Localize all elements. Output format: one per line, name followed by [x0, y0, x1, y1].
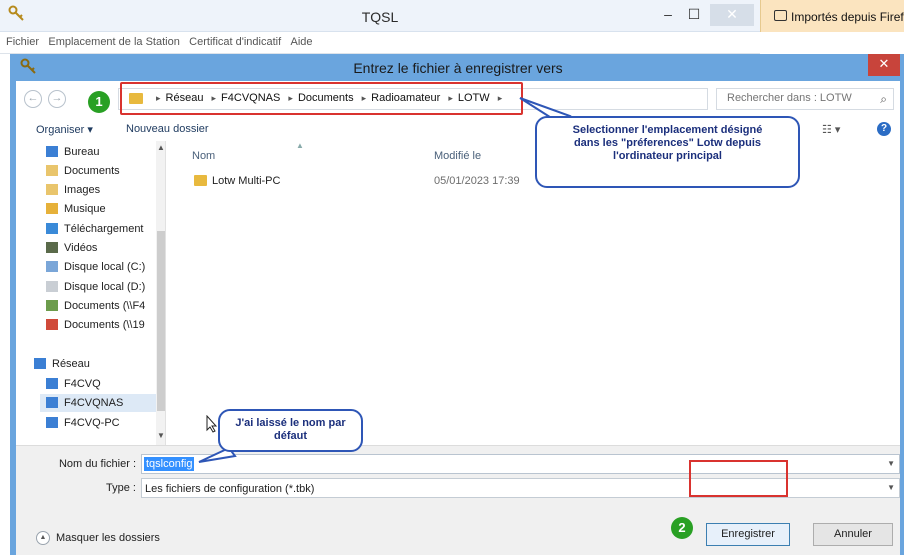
nav-item-documents-f4[interactable]: Documents (\\F4 [46, 297, 165, 315]
search-input[interactable] [727, 92, 877, 104]
dialog-title: Entrez le fichier à enregistrer vers [353, 60, 563, 76]
scroll-thumb[interactable] [157, 231, 165, 411]
scroll-down-icon[interactable]: ▼ [156, 431, 165, 440]
callout-filename-note: J'ai laissé le nom par défaut [218, 409, 363, 452]
organize-button[interactable]: Organiser ▾ [36, 123, 93, 136]
file-name: Lotw Multi-PC [212, 175, 281, 187]
column-header-name[interactable]: Nom [192, 150, 215, 162]
filetype-label: Type : [106, 482, 136, 494]
tqsl-titlebar: TQSL – ☐ ✕ [0, 0, 760, 32]
network-icon [34, 358, 46, 369]
folder-icon [774, 10, 787, 21]
nav-item-f4cvqnas[interactable]: F4CVQNAS [40, 394, 156, 412]
images-icon [46, 184, 58, 195]
menu-bar: Fichier Emplacement de la Station Certif… [0, 32, 760, 54]
scroll-up-icon[interactable]: ▲ [156, 143, 165, 152]
step-badge-1: 1 [88, 91, 110, 113]
navigation-row: ← → ▸ Réseau ▸ F4CVQNAS ▸ Documents ▸ Radioa… [16, 81, 900, 119]
navigation-pane: Bureau Documents Images Musique Téléchar… [16, 141, 166, 445]
nav-item-f4cvq-pc[interactable]: F4CVQ-PC [46, 414, 165, 432]
window-title: TQSL [361, 9, 399, 25]
back-button[interactable]: ← [24, 90, 42, 108]
computer-icon [46, 417, 58, 428]
column-header-modified[interactable]: Modifié le [434, 150, 481, 162]
nav-item-telechargement[interactable]: Téléchargement [46, 220, 165, 238]
computer-icon [46, 397, 58, 408]
filename-label: Nom du fichier : [58, 458, 136, 470]
nav-item-images[interactable]: Images [46, 181, 165, 199]
nav-item-bureau[interactable]: Bureau [46, 143, 165, 161]
new-folder-button[interactable]: Nouveau dossier [126, 123, 209, 135]
bookmark-folder[interactable]: Importés depuis Firefox [760, 0, 904, 32]
search-box[interactable]: ⌕ [716, 88, 894, 110]
cancel-button[interactable]: Annuler [813, 523, 893, 546]
mouse-cursor-icon [206, 415, 218, 433]
address-highlight-box [120, 82, 523, 115]
save-highlight-box [689, 460, 788, 497]
drive-icon [46, 281, 58, 292]
search-icon[interactable]: ⌕ [880, 92, 887, 107]
nav-item-documents[interactable]: Documents [46, 162, 165, 180]
music-icon [46, 203, 58, 214]
nav-item-documents-19[interactable]: Documents (\\19 [46, 316, 165, 334]
filename-value: tqslconfig [144, 457, 195, 471]
network-drive-error-icon [46, 319, 58, 330]
save-button[interactable]: Enregistrer [706, 523, 790, 546]
menu-certificat[interactable]: Certificat d'indicatif [189, 36, 281, 48]
nav-scrollbar[interactable]: ▲ ▼ [156, 141, 165, 445]
nav-item-videos[interactable]: Vidéos [46, 239, 165, 257]
file-date: 05/01/2023 17:39 [434, 175, 520, 187]
network-drive-icon [46, 300, 58, 311]
filetype-value: Les fichiers de configuration (*.tbk) [145, 483, 315, 495]
chevron-up-icon: ▲ [36, 531, 50, 545]
hide-folders-label: Masquer les dossiers [56, 532, 160, 544]
drive-icon [46, 261, 58, 272]
filename-dropdown-icon[interactable]: ▼ [887, 459, 895, 468]
desktop-icon [46, 146, 58, 157]
videos-icon [46, 242, 58, 253]
filetype-dropdown-icon[interactable]: ▼ [887, 483, 895, 492]
nav-item-musique[interactable]: Musique [46, 200, 165, 218]
maximize-button[interactable]: ☐ [684, 4, 704, 26]
documents-icon [46, 165, 58, 176]
callout-location-note: Selectionner l'emplacement désigné dans … [535, 116, 800, 188]
sort-arrow-icon: ▲ [296, 141, 304, 150]
nav-item-f4cvq[interactable]: F4CVQ [46, 375, 165, 393]
step-badge-2: 2 [671, 517, 693, 539]
view-options-icon[interactable]: ☷ ▾ [822, 123, 840, 136]
nav-item-disque-c[interactable]: Disque local (C:) [46, 258, 165, 276]
folder-icon [194, 175, 207, 186]
menu-emplacement[interactable]: Emplacement de la Station [48, 36, 179, 48]
bookmark-label: Importés depuis Firefox [791, 10, 904, 24]
minimize-button[interactable]: – [658, 4, 678, 26]
menu-aide[interactable]: Aide [291, 36, 313, 48]
dialog-close-button[interactable]: ✕ [868, 54, 900, 76]
help-icon[interactable]: ? [877, 122, 891, 136]
dialog-titlebar: Entrez le fichier à enregistrer vers ✕ [16, 54, 900, 81]
nav-item-disque-d[interactable]: Disque local (D:) [46, 278, 165, 296]
downloads-icon [46, 223, 58, 234]
nav-item-reseau[interactable]: Réseau [34, 355, 165, 373]
close-button[interactable]: ✕ [710, 4, 754, 26]
forward-button[interactable]: → [48, 90, 66, 108]
computer-icon [46, 378, 58, 389]
menu-fichier[interactable]: Fichier [6, 36, 39, 48]
